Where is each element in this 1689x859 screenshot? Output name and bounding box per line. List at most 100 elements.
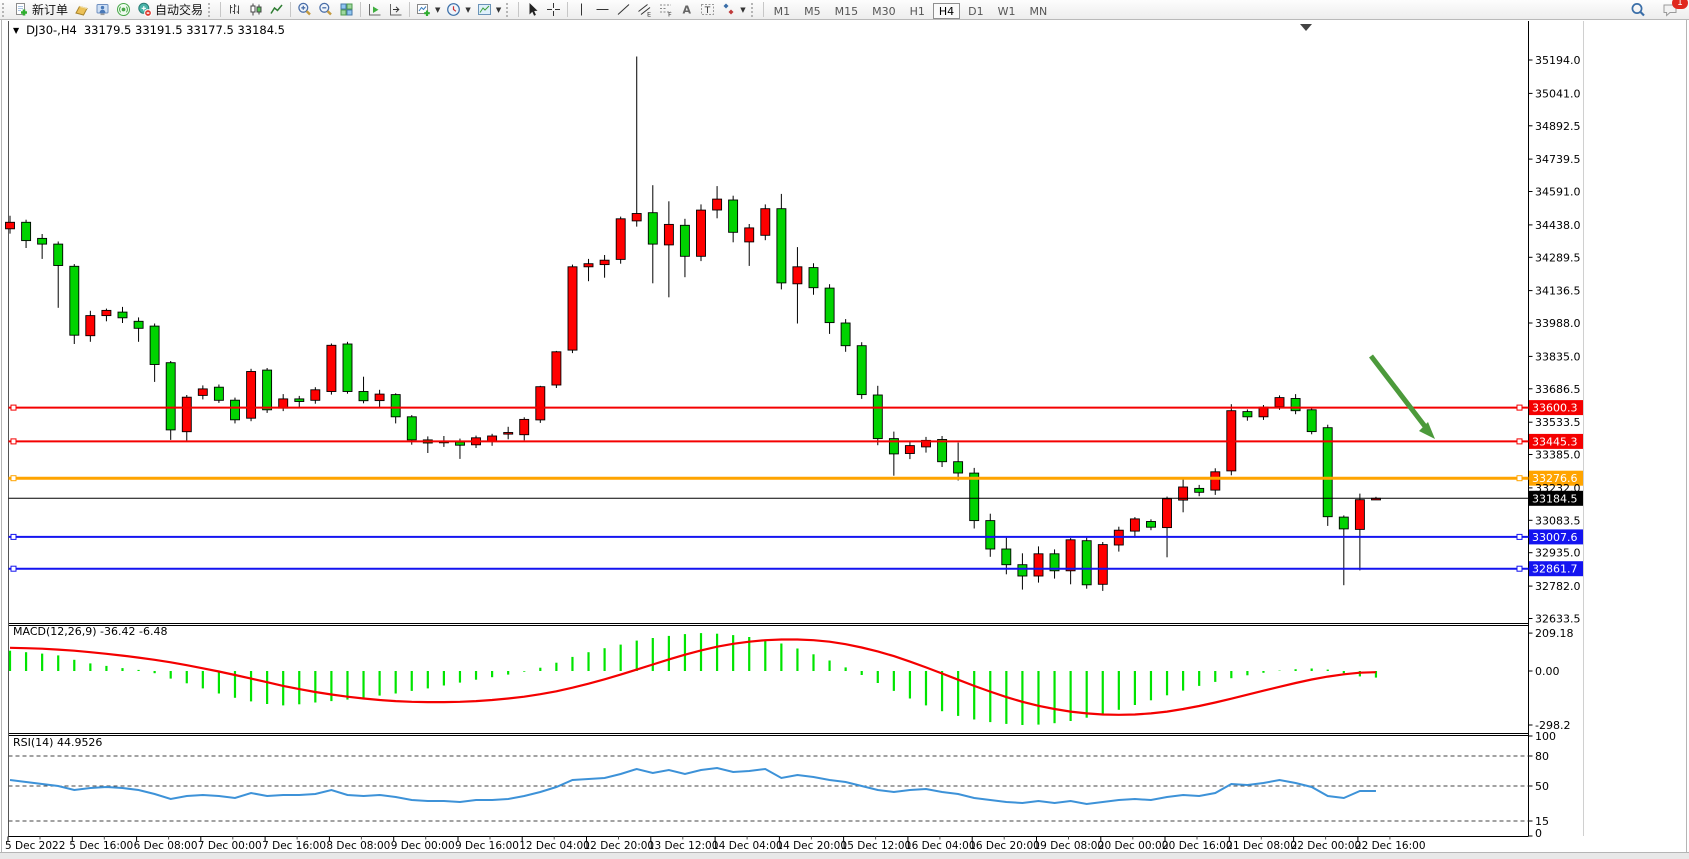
- svg-text:20 Dec 16:00: 20 Dec 16:00: [1162, 840, 1233, 852]
- svg-text:33232.0: 33232.0: [1535, 482, 1581, 495]
- timeframe-M15[interactable]: M15: [829, 3, 865, 19]
- periods-button[interactable]: ▼: [443, 1, 473, 18]
- hline-pivot-orange[interactable]: [9, 476, 1529, 481]
- candle: [584, 259, 593, 281]
- candle: [327, 344, 336, 395]
- hline-support-upper[interactable]: [9, 534, 1529, 539]
- cursor-icon: [525, 2, 540, 17]
- timeframe-H4[interactable]: H4: [933, 3, 960, 19]
- candle: [873, 386, 882, 445]
- svg-text:33835.0: 33835.0: [1535, 350, 1581, 363]
- timeframe-D1[interactable]: D1: [962, 3, 989, 19]
- timeframe-M1[interactable]: M1: [768, 3, 797, 19]
- timeframe-group: M1M5M15M30H1H4D1W1MN: [767, 0, 1055, 19]
- crosshair-tool-button[interactable]: [543, 1, 564, 18]
- zoom-in-button[interactable]: [294, 1, 315, 18]
- candle: [552, 351, 561, 388]
- horizontal-line-tool-button[interactable]: [592, 1, 613, 18]
- cursor-tool-button[interactable]: [522, 1, 543, 18]
- candle: [986, 514, 995, 557]
- candle: [375, 390, 384, 407]
- candle: [1291, 394, 1300, 414]
- tile-windows-button[interactable]: [336, 1, 357, 18]
- fibonacci-tool-button[interactable]: F: [655, 1, 676, 18]
- zoom-out-button[interactable]: [315, 1, 336, 18]
- svg-text:7 Dec 00:00: 7 Dec 00:00: [198, 840, 262, 852]
- timeframe-W1[interactable]: W1: [992, 3, 1022, 19]
- horizontal-line-icon: [595, 2, 610, 17]
- autotrading-label: 自动交易: [155, 1, 203, 18]
- toolbar-grip[interactable]: [2, 3, 9, 17]
- candle: [697, 204, 706, 261]
- template-icon: [477, 2, 492, 17]
- toolbar-separator: [220, 2, 221, 17]
- svg-text:E: E: [647, 11, 651, 18]
- new-order-button[interactable]: 新订单: [11, 1, 71, 18]
- toolbar-grip[interactable]: [506, 3, 513, 17]
- text-label-tool-button[interactable]: T: [697, 1, 718, 18]
- svg-text:19 Dec 08:00: 19 Dec 08:00: [1034, 840, 1105, 852]
- chart-canvas[interactable]: 33600.333445.333276.633007.632861.733184…: [0, 0, 1689, 859]
- candle: [954, 443, 963, 481]
- timeframe-M30[interactable]: M30: [866, 3, 902, 19]
- candle: [343, 342, 352, 394]
- timeframe-H1[interactable]: H1: [904, 3, 931, 19]
- vertical-line-tool-button[interactable]: [571, 1, 592, 18]
- vertical-line-icon: [574, 2, 589, 17]
- chart-shift-marker[interactable]: [1300, 24, 1312, 31]
- candle: [648, 185, 657, 283]
- candlestick-mode-button[interactable]: [245, 1, 266, 18]
- candles-layer: [6, 57, 1381, 591]
- svg-text:34289.5: 34289.5: [1535, 251, 1581, 264]
- candle: [729, 196, 738, 243]
- terminal-button[interactable]: [92, 1, 113, 18]
- chart-title: ▼ DJ30-,H4 33179.5 33191.5 33177.5 33184…: [13, 23, 285, 37]
- line-chart-mode-button[interactable]: [266, 1, 287, 18]
- fibonacci-icon: F: [658, 2, 673, 17]
- candle: [6, 216, 15, 234]
- chart-shift-button[interactable]: [385, 1, 406, 18]
- toolbar-grip[interactable]: [751, 3, 758, 17]
- new-order-icon: [14, 2, 29, 17]
- text-tool-button[interactable]: A: [676, 1, 697, 18]
- notification-badge[interactable]: 1: [1672, 0, 1688, 9]
- svg-text:0.00: 0.00: [1535, 665, 1560, 678]
- search-button[interactable]: [1627, 1, 1649, 18]
- line-chart-icon: [269, 2, 284, 17]
- hline-support-lower[interactable]: [9, 566, 1529, 571]
- bar-chart-mode-button[interactable]: [224, 1, 245, 18]
- svg-text:0: 0: [1535, 827, 1542, 840]
- signal-icon: [116, 2, 131, 17]
- auto-scroll-button[interactable]: [364, 1, 385, 18]
- svg-text:F: F: [668, 11, 672, 18]
- hline-resistance-lower[interactable]: [9, 439, 1529, 444]
- channel-tool-button[interactable]: E: [634, 1, 655, 18]
- candle: [1114, 527, 1123, 552]
- candle: [922, 437, 931, 453]
- trendline-tool-button[interactable]: [613, 1, 634, 18]
- candle: [568, 265, 577, 354]
- candle: [793, 247, 802, 323]
- autotrading-button[interactable]: 自动交易: [134, 1, 206, 18]
- panel-frames: [9, 21, 1529, 837]
- signals-button[interactable]: [113, 1, 134, 18]
- chart-shift-icon: [388, 2, 403, 17]
- arrows-tool-button[interactable]: ▼: [718, 1, 748, 18]
- timeframe-MN[interactable]: MN: [1024, 3, 1054, 19]
- market-watch-button[interactable]: [71, 1, 92, 18]
- candle: [1243, 409, 1252, 420]
- svg-text:21 Dec 08:00: 21 Dec 08:00: [1226, 840, 1297, 852]
- collapse-triangle-icon[interactable]: ▼: [13, 26, 19, 35]
- new-chart-button[interactable]: ▼: [413, 1, 443, 18]
- candle: [1339, 515, 1348, 585]
- toolbar-grip[interactable]: [208, 3, 215, 17]
- svg-text:9 Dec 16:00: 9 Dec 16:00: [455, 840, 519, 852]
- candle: [616, 217, 625, 264]
- timeframe-M5[interactable]: M5: [798, 3, 827, 19]
- svg-text:34892.5: 34892.5: [1535, 120, 1581, 133]
- candle: [1018, 553, 1027, 589]
- candle: [86, 311, 95, 342]
- annotation-arrow[interactable]: [1371, 356, 1435, 439]
- templates-button[interactable]: ▼: [474, 1, 504, 18]
- arrow-objects-icon: [721, 2, 736, 17]
